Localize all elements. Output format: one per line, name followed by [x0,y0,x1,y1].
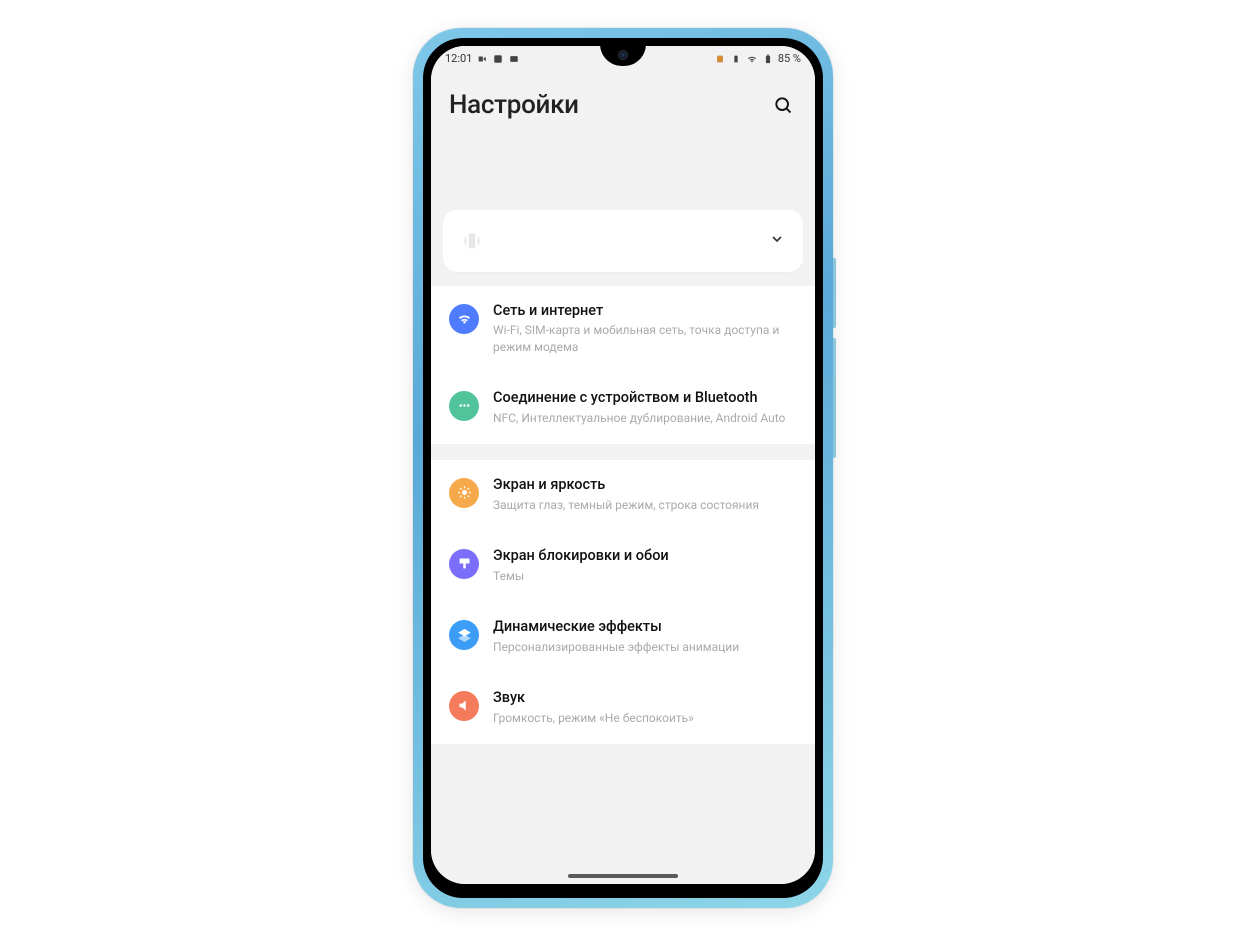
vibrate-icon [461,230,483,252]
item-subtitle: Защита глаз, темный режим, строка состоя… [493,497,791,513]
dots-icon [449,391,479,421]
side-button [833,338,836,458]
page-title: Настройки [449,90,579,120]
item-subtitle: Wi-Fi, SIM-карта и мобильная сеть, точка… [493,322,791,354]
item-subtitle: Громкость, режим «Не беспокоить» [493,710,791,726]
sound-icon [449,691,479,721]
vibrate-icon [730,54,742,64]
item-title: Экран блокировки и обои [493,547,791,566]
front-camera [618,50,628,60]
chevron-down-icon [769,231,785,251]
item-subtitle: NFC, Интеллектуальное дублирование, Andr… [493,410,791,426]
card-icon [508,54,520,64]
settings-group: Экран и яркость Защита глаз, темный режи… [431,460,815,744]
settings-item-bluetooth[interactable]: Соединение с устройством и Bluetooth NFC… [431,373,815,444]
settings-item-sound[interactable]: Звук Громкость, режим «Не беспокоить» [431,673,815,744]
sun-icon [449,478,479,508]
brush-icon [449,549,479,579]
screen: 12:01 85 % Настройки [431,46,815,884]
wifi-icon [746,54,758,64]
search-button[interactable] [769,91,797,119]
settings-item-lockscreen[interactable]: Экран блокировки и обои Темы [431,531,815,602]
settings-list[interactable]: Сеть и интернет Wi-Fi, SIM-карта и мобил… [431,210,815,884]
item-title: Звук [493,689,791,708]
settings-item-network[interactable]: Сеть и интернет Wi-Fi, SIM-карта и мобил… [431,286,815,373]
item-subtitle: Персонализированные эффекты анимации [493,639,791,655]
item-title: Сеть и интернет [493,302,791,321]
account-card[interactable] [443,210,803,272]
screenshot-icon [492,54,504,64]
battery-icon [762,54,774,64]
home-indicator[interactable] [568,874,678,878]
item-title: Соединение с устройством и Bluetooth [493,389,791,408]
status-time: 12:01 [445,52,472,65]
battery-percent: 85 % [778,52,801,65]
bezel: 12:01 85 % Настройки [423,38,823,898]
device-frame: 12:01 85 % Настройки [413,28,833,908]
layers-icon [449,620,479,650]
header: Настройки [431,72,815,210]
settings-item-display[interactable]: Экран и яркость Защита глаз, темный режи… [431,460,815,531]
settings-group: Сеть и интернет Wi-Fi, SIM-карта и мобил… [431,286,815,444]
settings-item-dynamic[interactable]: Динамические эффекты Персонализированные… [431,602,815,673]
wifi-icon [449,304,479,334]
search-icon [773,95,793,115]
item-subtitle: Темы [493,568,791,584]
item-title: Динамические эффекты [493,618,791,637]
sim-icon [714,54,726,64]
video-icon [476,54,488,64]
item-title: Экран и яркость [493,476,791,495]
side-button [833,258,836,328]
